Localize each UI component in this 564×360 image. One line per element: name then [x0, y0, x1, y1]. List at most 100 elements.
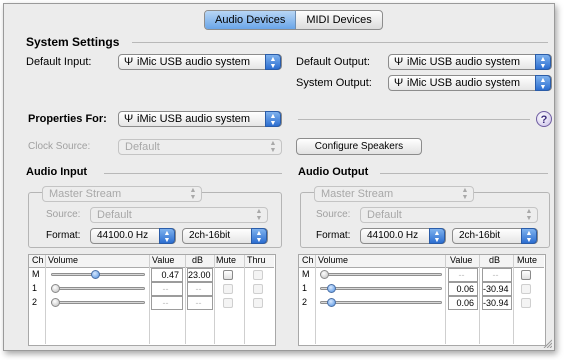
output-volume-slider[interactable]	[320, 301, 442, 304]
input-col-ch: Ch	[32, 255, 44, 265]
tab-bar: Audio Devices MIDI Devices	[204, 10, 383, 30]
output-source-label: Source:	[316, 209, 351, 220]
divider	[445, 255, 446, 344]
output-volume-knob[interactable]	[320, 270, 329, 279]
input-col-volume: Volume	[48, 255, 79, 265]
output-volume-slider[interactable]	[320, 273, 442, 276]
input-source-label: Source:	[46, 209, 81, 220]
input-format-bits-value: 2ch-16bit	[189, 230, 231, 241]
input-value-field: --	[151, 296, 183, 310]
popup-arrows-icon: ▲ ▼	[535, 54, 551, 70]
output-db-field[interactable]: -30.94	[482, 282, 512, 296]
audio-midi-window: Audio Devices MIDI Devices System Settin…	[3, 3, 555, 351]
output-stream-value: Master Stream	[321, 188, 394, 200]
popup-arrows-icon: ▲ ▼	[429, 228, 445, 244]
input-col-value: Value	[152, 255, 175, 265]
output-format-rate-popup[interactable]: 44100.0 Hz ▲ ▼	[360, 228, 446, 244]
popup-arrows-icon: ▲ ▼	[269, 140, 277, 154]
tab-midi-devices[interactable]: MIDI Devices	[296, 11, 381, 29]
tab-audio-devices[interactable]: Audio Devices	[205, 11, 297, 29]
properties-for-value: iMic USB audio system	[137, 113, 251, 125]
default-input-label: Default Input:	[26, 56, 92, 68]
output-format-rate-value: 44100.0 Hz	[367, 230, 419, 241]
default-input-popup[interactable]: Ψ iMic USB audio system ▲ ▼	[118, 54, 282, 70]
output-row-ch: 1	[302, 283, 308, 293]
output-value-field[interactable]: 0.06	[448, 296, 478, 310]
system-settings-heading: System Settings	[26, 35, 120, 49]
divider	[45, 255, 46, 344]
output-format-bits-popup[interactable]: 2ch-16bit ▲ ▼	[452, 228, 538, 244]
popup-arrows-icon: ▲ ▼	[525, 208, 533, 222]
input-format-rate-popup[interactable]: 44100.0 Hz ▲ ▼	[90, 228, 176, 244]
system-output-label: System Output:	[296, 77, 372, 89]
input-volume-knob[interactable]	[51, 284, 60, 293]
usb-icon: Ψ	[124, 56, 134, 68]
popup-arrows-icon: ▲ ▼	[265, 111, 281, 127]
default-input-value: iMic USB audio system	[137, 56, 251, 68]
input-mute-checkbox[interactable]	[223, 270, 233, 280]
output-value-field[interactable]: 0.06	[448, 282, 478, 296]
output-volume-knob[interactable]	[327, 284, 336, 293]
input-format-rate-value: 44100.0 Hz	[97, 230, 149, 241]
input-thru-checkbox	[253, 298, 263, 308]
input-volume-slider[interactable]	[51, 287, 145, 290]
input-mute-checkbox	[223, 284, 233, 294]
divider	[244, 255, 245, 344]
output-mute-checkbox	[521, 284, 531, 294]
help-icon[interactable]: ?	[536, 111, 552, 127]
input-format-bits-popup[interactable]: 2ch-16bit ▲ ▼	[182, 228, 268, 244]
input-col-db: dB	[192, 255, 204, 265]
divider	[298, 119, 530, 120]
clock-source-popup: Default ▲ ▼	[118, 139, 282, 155]
output-value-field: --	[448, 268, 478, 282]
system-output-value: iMic USB audio system	[407, 77, 521, 89]
input-row-ch: 2	[32, 297, 38, 307]
popup-arrows-icon: ▲ ▼	[461, 187, 469, 201]
clock-source-label: Clock Source:	[28, 141, 91, 152]
output-stream-popup: Master Stream ▲ ▼	[314, 186, 474, 202]
output-col-value: Value	[450, 255, 473, 265]
resize-grip-icon[interactable]	[542, 338, 552, 348]
audio-output-heading: Audio Output	[298, 166, 369, 178]
input-volume-knob[interactable]	[91, 270, 100, 279]
output-mute-checkbox	[521, 298, 531, 308]
input-value-field: --	[151, 282, 183, 296]
output-row-ch: 2	[302, 297, 308, 307]
input-stream-popup: Master Stream ▲ ▼	[42, 186, 202, 202]
output-mute-checkbox[interactable]	[521, 270, 531, 280]
divider	[185, 255, 186, 344]
divider	[479, 255, 480, 344]
popup-arrows-icon: ▲ ▼	[521, 228, 537, 244]
default-output-label: Default Output:	[296, 56, 370, 68]
input-format-label: Format:	[46, 230, 81, 241]
input-volume-knob[interactable]	[51, 298, 60, 307]
popup-arrows-icon: ▲ ▼	[535, 75, 551, 91]
default-output-popup[interactable]: Ψ iMic USB audio system ▲ ▼	[388, 54, 552, 70]
output-db-field[interactable]: -30.94	[482, 296, 512, 310]
popup-arrows-icon: ▲ ▼	[255, 208, 263, 222]
input-col-mute: Mute	[216, 255, 237, 265]
clock-source-value: Default	[125, 141, 160, 153]
input-value-field[interactable]: 0.47	[151, 268, 183, 282]
output-row-ch: M	[302, 269, 310, 279]
output-volume-slider[interactable]	[320, 287, 442, 290]
input-col-thru: Thru	[247, 255, 266, 265]
system-output-popup[interactable]: Ψ iMic USB audio system ▲ ▼	[388, 75, 552, 91]
popup-arrows-icon: ▲ ▼	[189, 187, 197, 201]
usb-icon: Ψ	[394, 77, 404, 89]
properties-for-popup[interactable]: Ψ iMic USB audio system ▲ ▼	[118, 111, 282, 127]
popup-arrows-icon: ▲ ▼	[159, 228, 175, 244]
usb-icon: Ψ	[124, 113, 134, 125]
input-db-field[interactable]: 23.00	[187, 268, 213, 282]
divider	[513, 255, 514, 344]
input-thru-checkbox	[253, 284, 263, 294]
input-volume-slider[interactable]	[51, 301, 145, 304]
output-source-popup: Default ▲ ▼	[360, 207, 538, 223]
properties-for-label: Properties For:	[28, 113, 107, 125]
output-col-mute: Mute	[517, 255, 538, 265]
output-volume-knob[interactable]	[327, 298, 336, 307]
popup-arrows-icon: ▲ ▼	[251, 228, 267, 244]
configure-speakers-button[interactable]: Configure Speakers	[296, 138, 422, 155]
audio-input-heading: Audio Input	[26, 166, 88, 178]
popup-arrows-icon: ▲ ▼	[265, 54, 281, 70]
